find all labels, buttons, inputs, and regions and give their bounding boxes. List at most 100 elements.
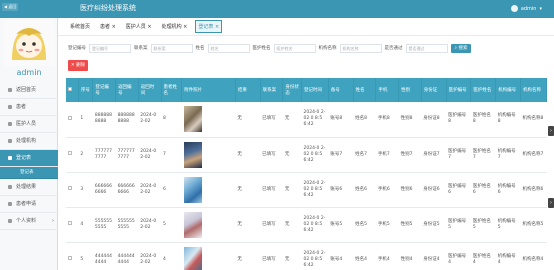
document-icon (8, 202, 12, 206)
cell-staff-no: 医护编号4 (446, 242, 471, 270)
checkbox-icon (68, 151, 72, 155)
row-checkbox[interactable] (66, 137, 79, 173)
attachment-photo[interactable] (183, 106, 202, 133)
column-header: 返回编号 (115, 78, 139, 102)
cell-org-name: 机构名称7 (520, 137, 547, 173)
name-input[interactable]: 姓名 (207, 43, 250, 53)
sidebar-item-label: 个人资料 (16, 217, 37, 224)
org-name-input[interactable]: 机构名称 (339, 43, 382, 53)
column-header: 联系案 (260, 78, 284, 102)
cell-account: 账号7 (328, 137, 354, 173)
cell-account: 账号5 (328, 207, 354, 243)
table-row[interactable]: 5 444444 4444 444444 4444 2024-0 2-02 4 … (66, 242, 547, 270)
sidebar-item-institutions[interactable]: 处理机构 (0, 133, 58, 150)
sidebar-item-label: 登记表 (16, 154, 32, 161)
cell-index: 4 (78, 207, 93, 243)
check-icon (8, 185, 12, 189)
tab-institutions[interactable]: 处理机构 × (160, 21, 190, 32)
cell-ret-time: 2024-0 2-02 (138, 102, 161, 138)
cell-gender: 性别5 (398, 207, 422, 243)
cell-phone: 手机8 (375, 102, 399, 138)
table-row[interactable]: 3 666666 6666 666666 6666 2024-0 2-02 6 … (66, 172, 547, 208)
staff-name-input[interactable]: 医护姓名 (273, 43, 316, 53)
table-header-row: 序号 登记编号 返回编号 返回时间 患者姓名 附件照片 结果 联系案 身份状态 … (66, 78, 547, 102)
person-icon (8, 219, 12, 223)
sidebar-item-label: 患者 (16, 103, 27, 110)
column-header: 姓名 (353, 78, 377, 102)
row-checkbox[interactable] (66, 172, 79, 208)
cell-gender: 性别8 (398, 102, 422, 138)
table-row[interactable]: 2 777777 7777 777777 7777 2024-0 2-02 7 … (66, 137, 547, 173)
cell-contact: 已填写 (260, 242, 283, 270)
sidebar-item-home[interactable]: 返回首页 (0, 82, 58, 99)
cell-contact: 已填写 (260, 172, 283, 208)
cell-phone: 手机7 (375, 137, 399, 173)
cell-org-name: 机构名称5 (520, 207, 547, 243)
scroll-right-arrow[interactable]: › (548, 126, 554, 136)
table-row[interactable]: 4 555555 5555 555555 5555 2024-0 2-02 5 … (66, 207, 547, 243)
sidebar-item-registrations[interactable]: 登记表 (0, 150, 58, 167)
cell-reg-no: 555555 5555 (92, 207, 116, 243)
tab-patients[interactable]: 患者 × (98, 21, 118, 32)
row-checkbox[interactable] (66, 102, 79, 138)
cell-reg-no: 666666 6666 (92, 172, 116, 208)
filter-label-staff-name: 医护姓名 (252, 46, 271, 51)
column-header: 身份证 (421, 78, 447, 102)
attachment-photo[interactable] (183, 141, 202, 168)
user-icon (8, 105, 12, 109)
cell-ret-no: 444444 4444 (115, 242, 139, 270)
cell-result: 无 (235, 102, 261, 138)
sidebar-item-results[interactable]: 处理结果 (0, 179, 58, 196)
tab-home[interactable]: 系统首页 (68, 21, 92, 32)
cell-reg-time: 2024-0 2-02 0 8:56:42 (301, 172, 329, 208)
profile-cartoon-avatar (4, 20, 54, 66)
attachment-photo[interactable] (183, 176, 202, 203)
scroll-right-arrow[interactable]: › (548, 198, 554, 208)
tab-registrations[interactable]: 登记表 × (195, 20, 223, 33)
cell-phone: 手机4 (375, 242, 399, 270)
delete-button[interactable]: ✕ 删除 (68, 60, 88, 71)
tab-medical-staff[interactable]: 医护人员 × (124, 21, 154, 32)
reg-no-input[interactable]: 登记编号 (89, 43, 131, 53)
home-icon (8, 88, 12, 92)
checkbox-icon (68, 186, 72, 190)
filter-label-approved: 是否通过 (384, 46, 403, 51)
sidebar-item-patients[interactable]: 患者 (0, 99, 58, 116)
contact-input[interactable]: 联系案 (150, 43, 193, 53)
sidebar-item-medical-staff[interactable]: 医护人员 (0, 116, 58, 133)
select-all-checkbox[interactable] (66, 78, 79, 102)
cell-org-name: 机构名称6 (520, 172, 547, 208)
cell-patient-name: 7 (161, 137, 182, 173)
cell-org-name: 机构名称8 (520, 102, 547, 138)
cell-ret-time: 2024-0 2-02 (138, 242, 161, 270)
attachment-photo[interactable] (183, 246, 202, 270)
cell-gender: 性别4 (398, 242, 422, 270)
attachment-photo[interactable] (183, 211, 202, 238)
search-button[interactable]: ⌕ 搜索 (450, 43, 472, 53)
cell-ret-time: 2024-0 2-02 (138, 137, 161, 173)
cell-name: 姓名6 (353, 172, 376, 208)
sidebar-item-profile[interactable]: 个人资料 › (0, 213, 58, 230)
cell-photo (181, 102, 236, 138)
clipboard-icon (8, 156, 12, 160)
sidebar-subitem-registrations[interactable]: 登记表 (0, 167, 58, 179)
admin-label: admin (520, 5, 537, 12)
cell-idcard: 身份证7 (421, 137, 447, 173)
admin-menu[interactable]: admin ▾ (510, 5, 542, 12)
row-checkbox[interactable] (66, 242, 79, 270)
back-button[interactable]: ◀ 返回 (2, 3, 19, 11)
cell-index: 2 (78, 137, 93, 173)
table-row[interactable]: 1 888888 8888 888888 8888 2024-0 2-02 8 … (66, 102, 547, 138)
filter-label-reg-no: 登记编号 (68, 46, 86, 51)
row-checkbox[interactable] (66, 207, 79, 243)
cell-photo (181, 242, 236, 270)
approved-select[interactable]: 是否通过 (405, 43, 448, 53)
cell-photo (181, 137, 236, 173)
sidebar-item-applications[interactable]: 患者申请 (0, 196, 58, 213)
cell-org-name: 机构名称4 (520, 242, 547, 270)
tab-bar: 系统首页 患者 × 医护人员 × 处理机构 × 登记表 × (58, 18, 554, 36)
filter-bar: 登记编号 登记编号 联系案 联系案 姓名 姓名 医护姓名 医护姓名 机构名称 机… (58, 42, 554, 54)
cell-photo (181, 207, 236, 243)
cell-status: 无 (282, 242, 302, 270)
registration-table-wrapper: 序号 登记编号 返回编号 返回时间 患者姓名 附件照片 结果 联系案 身份状态 … (66, 78, 547, 270)
